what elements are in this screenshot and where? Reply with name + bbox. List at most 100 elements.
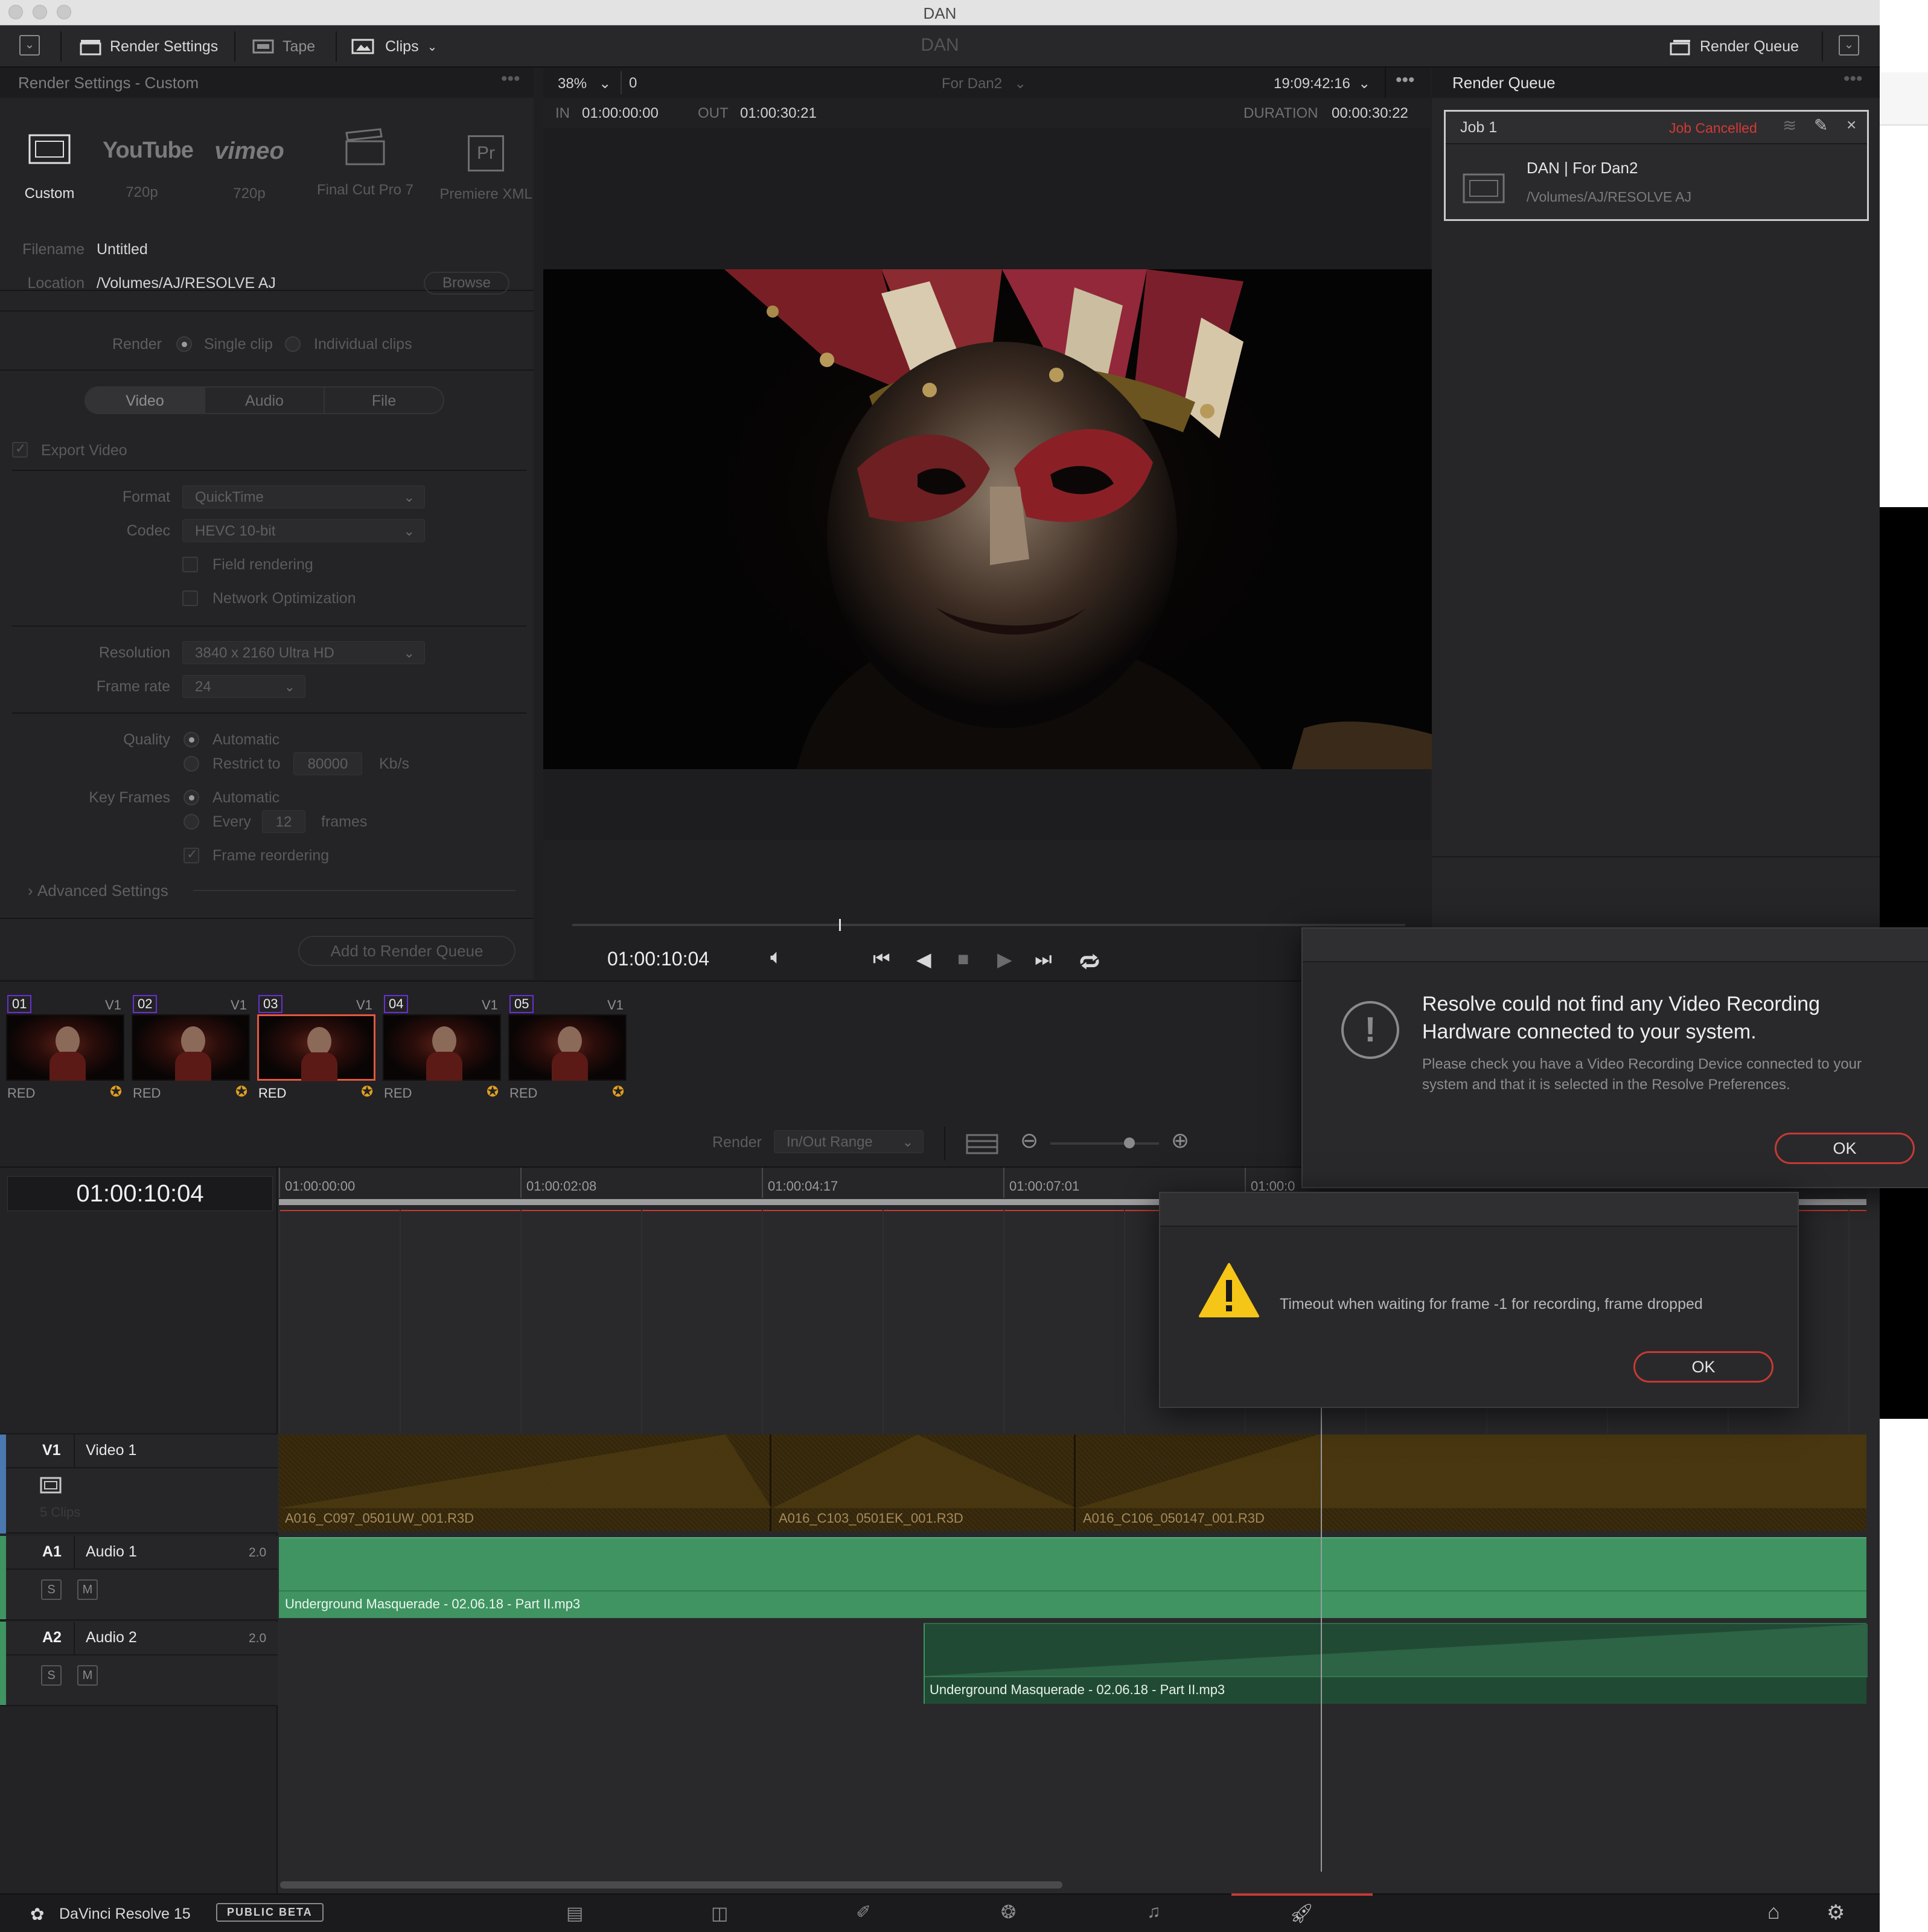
viewer-options-icon[interactable]: ••• — [1396, 70, 1415, 91]
tab-audio[interactable]: Audio — [204, 388, 325, 414]
job-thumbnail-icon — [1463, 173, 1505, 203]
clip-thumbnail-card[interactable]: 03 V1 RED ✪ — [257, 989, 378, 1110]
restrict-to-radio[interactable] — [184, 756, 199, 772]
video-clip[interactable]: A016_C103_0501EK_001.R3D — [773, 1435, 1076, 1531]
volume-icon[interactable]: 🔈︎ — [770, 945, 782, 969]
keyframes-automatic-radio[interactable] — [184, 790, 199, 805]
loop-icon[interactable]: 🔁︎ — [1079, 947, 1100, 977]
viewer-toolbar: 38% ⌄ 0 For Dan2 ⌄ 19:09:42:16 ⌄ ••• — [543, 68, 1431, 98]
audio-clip[interactable]: Underground Masquerade - 02.06.18 - Part… — [924, 1623, 1868, 1704]
settings-gear-icon[interactable]: ⚙︎ — [1827, 1901, 1845, 1925]
render-queue-title: Render Queue — [1432, 68, 1880, 98]
hardware-ok-button[interactable]: OK — [1775, 1133, 1915, 1164]
keyframes-every-radio[interactable] — [184, 814, 199, 830]
go-to-end-icon[interactable]: ⏭︎ — [1035, 948, 1052, 971]
filename-field[interactable]: Untitled — [97, 241, 148, 258]
preset-youtube[interactable]: YouTube 720p — [103, 116, 194, 261]
audio-clip[interactable]: Underground Masquerade - 02.06.18 - Part… — [279, 1537, 1866, 1618]
video-clip[interactable]: A016_C097_0501UW_001.R3D — [279, 1435, 771, 1531]
quality-label: Quality — [123, 731, 170, 748]
filename-label: Filename — [22, 241, 85, 258]
zoom-slider-knob[interactable] — [1124, 1137, 1135, 1148]
mute-button-a2[interactable]: M — [77, 1665, 98, 1686]
resolution-value: 3840 x 2160 Ultra HD — [195, 645, 334, 661]
clip-thumbnail-card[interactable]: 04 V1 RED ✪ — [383, 989, 503, 1110]
resolution-select[interactable]: 3840 x 2160 Ultra HD ⌄ — [182, 641, 425, 664]
scrubber-playhead[interactable] — [838, 919, 841, 931]
field-rendering-checkbox[interactable] — [182, 557, 198, 572]
edit-page-icon[interactable]: ◫ — [711, 1903, 728, 1924]
collapse-right-icon[interactable]: ⌄ — [1839, 35, 1859, 56]
scrubber-track[interactable] — [572, 919, 1405, 931]
out-label: OUT — [698, 105, 729, 121]
clip-thumbnail-card[interactable]: 05 V1 RED ✪ — [508, 989, 629, 1110]
out-timecode[interactable]: 01:00:30:21 — [740, 105, 817, 122]
browse-button[interactable]: Browse — [424, 272, 509, 295]
network-optimization-checkbox[interactable] — [182, 590, 198, 606]
preset-premiere[interactable]: Pr Premiere XML — [435, 116, 537, 261]
edit-pencil-icon[interactable]: ✎ — [1814, 115, 1828, 135]
solo-button-a1[interactable]: S — [41, 1579, 62, 1600]
track-name-a1[interactable]: Audio 1 — [86, 1543, 137, 1561]
quality-automatic-radio[interactable] — [184, 732, 199, 747]
single-clip-radio[interactable] — [176, 336, 192, 352]
individual-clips-radio[interactable] — [285, 336, 301, 352]
track-height-icon[interactable] — [966, 1134, 998, 1154]
ruler-tick — [520, 1168, 522, 1198]
zoom-out-icon[interactable]: ⊖ — [1020, 1128, 1038, 1153]
more-options-icon[interactable]: ••• — [501, 69, 520, 89]
preset-final-cut[interactable]: Final Cut Pro 7 — [314, 116, 417, 261]
frame-reordering-checkbox[interactable]: ✓ — [184, 846, 199, 863]
fusion-page-icon[interactable]: ✐ — [856, 1902, 871, 1923]
viewer-current-timecode: 01:00:10:04 — [607, 948, 710, 970]
home-icon[interactable]: ⌂ — [1767, 1901, 1780, 1924]
render-settings-title: Render Settings - Custom — [0, 68, 534, 98]
zoom-slider[interactable] — [1050, 1137, 1159, 1148]
track-name-a2[interactable]: Audio 2 — [86, 1629, 137, 1646]
timeout-ok-button[interactable]: OK — [1633, 1351, 1773, 1383]
zoom-in-icon[interactable]: ⊕ — [1171, 1128, 1189, 1153]
mute-button-a1[interactable]: M — [77, 1579, 98, 1600]
timeline-playhead[interactable] — [1321, 1389, 1322, 1872]
codec-select[interactable]: HEVC 10-bit ⌄ — [182, 519, 425, 542]
stop-icon[interactable]: ■ — [957, 948, 969, 970]
play-icon[interactable]: ▶︎ — [997, 948, 1012, 971]
framerate-select[interactable]: 24 ⌄ — [182, 675, 305, 698]
codec-value: HEVC 10-bit — [195, 523, 276, 539]
export-video-checkbox[interactable]: ✓ — [12, 441, 28, 458]
film-frame-icon[interactable] — [40, 1477, 62, 1494]
ruler-tick-label: 01:00:00:00 — [285, 1179, 356, 1194]
play-reverse-icon[interactable]: ◀︎ — [916, 948, 931, 971]
advanced-settings-label: Advanced Settings — [37, 881, 168, 900]
deliver-page-icon[interactable]: 🚀︎ — [1289, 1902, 1314, 1925]
tab-video[interactable]: Video — [86, 388, 204, 414]
add-to-render-queue-button[interactable]: Add to Render Queue — [298, 936, 516, 966]
queue-options-icon[interactable]: ••• — [1843, 69, 1863, 89]
preset-vimeo[interactable]: vimeo 720p — [210, 116, 289, 261]
format-select[interactable]: QuickTime ⌄ — [182, 485, 425, 508]
viewer-timecode-select[interactable]: 19:09:42:16 ⌄ — [1274, 75, 1370, 92]
render-range-select[interactable]: In/Out Range ⌄ — [774, 1130, 924, 1153]
keyframes-every-input[interactable]: 12 — [262, 810, 305, 833]
render-job-card[interactable]: Job 1 Job Cancelled ≋ ✎ × DAN | For Dan2… — [1444, 110, 1869, 221]
advanced-settings-toggle[interactable]: › Advanced Settings — [28, 881, 168, 900]
restrict-bitrate-input[interactable]: 80000 — [293, 752, 362, 775]
location-field[interactable]: /Volumes/AJ/RESOLVE AJ — [97, 275, 276, 292]
clip-thumbnail-card[interactable]: 02 V1 RED ✪ — [132, 989, 252, 1110]
video-clip[interactable]: A016_C106_050147_001.R3D — [1077, 1435, 1866, 1531]
timeline-select[interactable]: For Dan2 ⌄ — [942, 75, 1026, 92]
track-name-v1[interactable]: Video 1 — [86, 1442, 136, 1459]
timeline-scrollbar[interactable] — [280, 1881, 1062, 1889]
tab-file[interactable]: File — [325, 388, 443, 414]
render-queue-toggle[interactable]: Render Queue — [1670, 35, 1799, 58]
fairlight-page-icon[interactable]: ♫ — [1147, 1902, 1161, 1922]
color-page-icon[interactable]: ❂ — [1001, 1902, 1016, 1923]
media-page-icon[interactable]: ▤ — [566, 1903, 583, 1924]
in-timecode[interactable]: 01:00:00:00 — [582, 105, 659, 122]
solo-button-a2[interactable]: S — [41, 1665, 62, 1686]
zoom-select[interactable]: 38% ⌄ — [558, 75, 611, 92]
clip-thumbnail-card[interactable]: 01 V1 RED ✪ — [6, 989, 127, 1110]
preset-custom[interactable]: Custom — [12, 116, 87, 261]
go-to-start-icon[interactable]: ⏮︎ — [873, 948, 890, 971]
remove-job-icon[interactable]: × — [1847, 115, 1856, 135]
